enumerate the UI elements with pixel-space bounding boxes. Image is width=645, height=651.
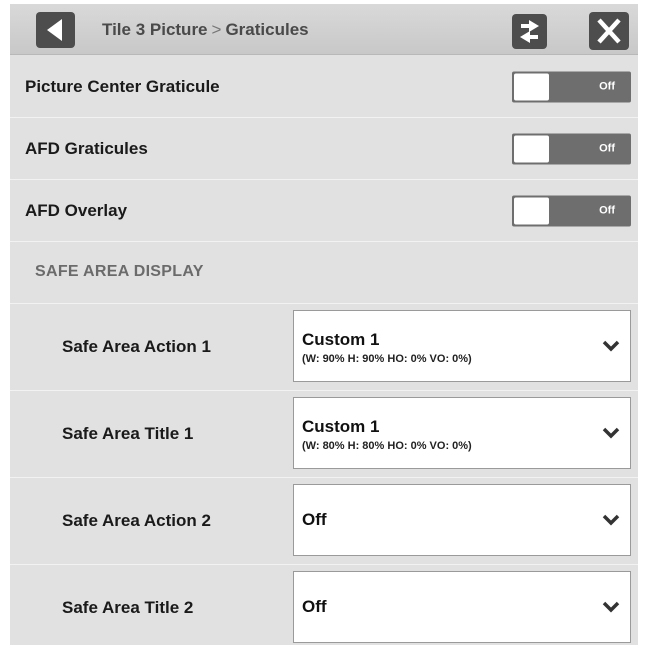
afd-graticules-toggle[interactable]: Off bbox=[512, 133, 631, 165]
safe-area-title-1-select[interactable]: Custom 1 (W: 80% H: 80% HO: 0% VO: 0%) bbox=[293, 397, 631, 469]
safe-area-section-header: SAFE AREA DISPLAY bbox=[10, 243, 638, 304]
header-bar: Tile 3 Picture > Graticules bbox=[10, 4, 638, 55]
select-detail: (W: 90% H: 90% HO: 0% VO: 0%) bbox=[302, 353, 472, 365]
afd-graticules-label: AFD Graticules bbox=[25, 139, 148, 158]
toggle-state: Off bbox=[599, 204, 615, 217]
chevron-down-icon bbox=[602, 340, 620, 352]
select-value: Off bbox=[302, 510, 327, 529]
close-button[interactable] bbox=[589, 12, 629, 50]
chevron-down-icon bbox=[602, 601, 620, 613]
afd-graticules-row: AFD Graticules Off bbox=[10, 119, 638, 180]
safe-area-action-1-row: Safe Area Action 1 Custom 1 (W: 90% H: 9… bbox=[10, 304, 638, 391]
breadcrumb-current: Graticules bbox=[225, 20, 309, 39]
afd-overlay-row: AFD Overlay Off bbox=[10, 181, 638, 242]
safe-area-action-1-label: Safe Area Action 1 bbox=[62, 337, 211, 356]
picture-center-graticule-label: Picture Center Graticule bbox=[25, 77, 220, 96]
graticules-panel: Tile 3 Picture > Graticules Picture Center… bbox=[10, 4, 638, 645]
back-button[interactable] bbox=[36, 12, 75, 48]
afd-overlay-toggle[interactable]: Off bbox=[512, 195, 631, 227]
select-value: Off bbox=[302, 597, 327, 616]
picture-center-graticule-toggle[interactable]: Off bbox=[512, 71, 631, 103]
safe-area-title-2-select[interactable]: Off bbox=[293, 571, 631, 643]
select-value: Custom 1 bbox=[302, 330, 380, 349]
close-x-icon bbox=[597, 18, 621, 44]
back-arrow-icon bbox=[47, 19, 62, 41]
safe-area-title-2-label: Safe Area Title 2 bbox=[62, 598, 194, 617]
breadcrumb-parent: Tile 3 Picture bbox=[102, 20, 208, 39]
safe-area-title-1-label: Safe Area Title 1 bbox=[62, 424, 194, 443]
select-detail: (W: 80% H: 80% HO: 0% VO: 0%) bbox=[302, 440, 472, 452]
safe-area-action-1-select[interactable]: Custom 1 (W: 90% H: 90% HO: 0% VO: 0%) bbox=[293, 310, 631, 382]
afd-overlay-label: AFD Overlay bbox=[25, 201, 128, 220]
safe-area-action-2-row: Safe Area Action 2 Off bbox=[10, 478, 638, 565]
safe-area-action-2-select[interactable]: Off bbox=[293, 484, 631, 556]
picture-center-graticule-row: Picture Center Graticule Off bbox=[10, 57, 638, 118]
chevron-down-icon bbox=[602, 427, 620, 439]
safe-area-action-2-label: Safe Area Action 2 bbox=[62, 511, 211, 530]
toggle-state: Off bbox=[599, 80, 615, 93]
toggle-knob bbox=[514, 197, 549, 225]
breadcrumb: Tile 3 Picture > Graticules bbox=[102, 20, 309, 40]
safe-area-title-1-row: Safe Area Title 1 Custom 1 (W: 80% H: 80… bbox=[10, 391, 638, 478]
chevron-down-icon bbox=[602, 514, 620, 526]
toggle-knob bbox=[514, 73, 549, 101]
section-title: SAFE AREA DISPLAY bbox=[35, 263, 204, 280]
toggle-state: Off bbox=[599, 142, 615, 155]
select-value: Custom 1 bbox=[302, 417, 380, 436]
swap-button[interactable] bbox=[512, 14, 547, 49]
toggle-knob bbox=[514, 135, 549, 163]
breadcrumb-separator: > bbox=[211, 20, 222, 39]
swap-arrows-icon bbox=[520, 20, 539, 43]
safe-area-title-2-row: Safe Area Title 2 Off bbox=[10, 565, 638, 645]
